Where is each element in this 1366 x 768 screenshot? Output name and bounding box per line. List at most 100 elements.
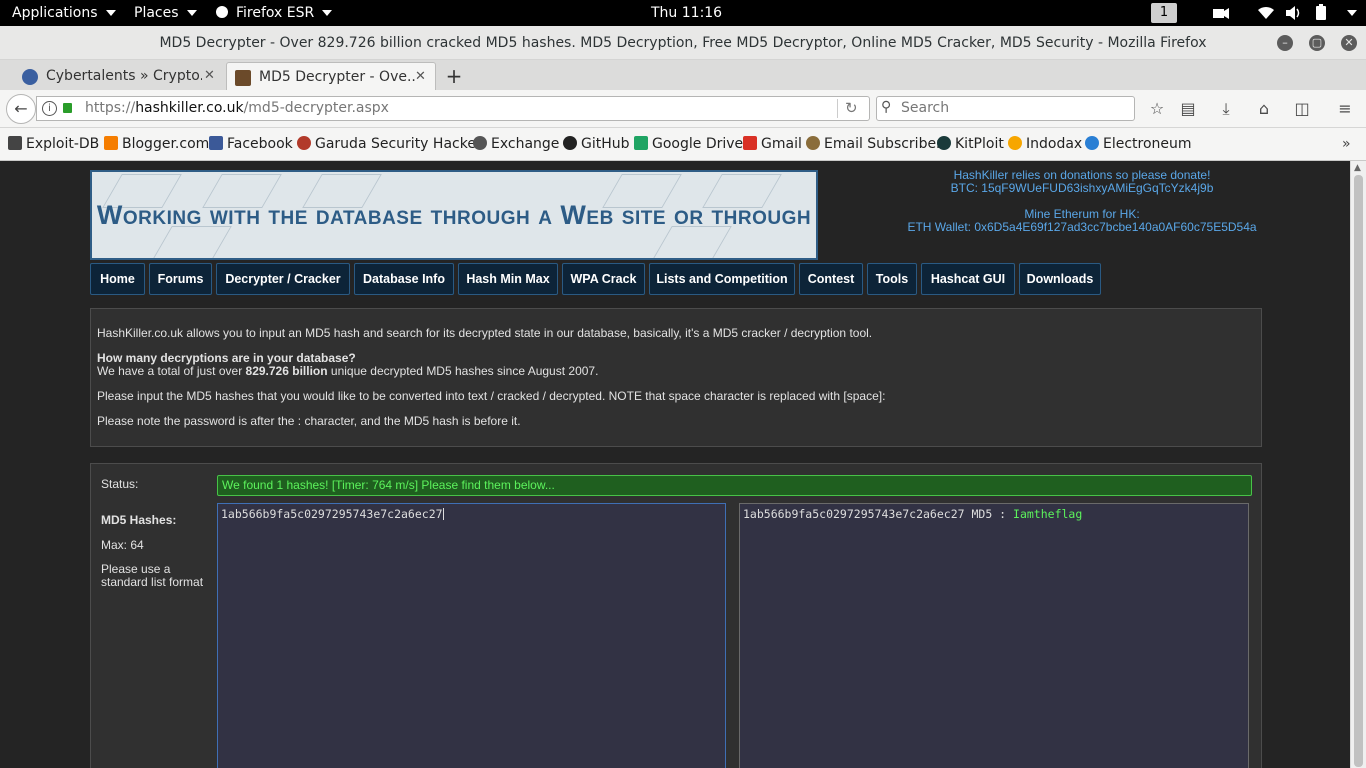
exploitdb-icon bbox=[8, 136, 22, 150]
bookmark-gmail[interactable]: Gmail bbox=[743, 128, 802, 161]
instructions-text: Please input the MD5 hashes that you wou… bbox=[97, 389, 886, 403]
result-output-textarea[interactable]: 1ab566b9fa5c0297295743e7c2a6ec27 MD5 : I… bbox=[739, 503, 1249, 768]
bookmark-google-drive[interactable]: Google Drive bbox=[634, 128, 743, 161]
reading-list-icon[interactable]: ▤ bbox=[1177, 98, 1199, 120]
gnome-top-bar: Applications Places Firefox ESR Thu 11:1… bbox=[0, 0, 1366, 26]
menu-lists-competition[interactable]: Lists and Competition bbox=[649, 263, 795, 295]
menu-hash-min-max[interactable]: Hash Min Max bbox=[458, 263, 558, 295]
hash-input-textarea[interactable]: 1ab566b9fa5c0297295743e7c2a6ec27 bbox=[217, 503, 726, 768]
lock-icon bbox=[63, 103, 72, 113]
page-content: Working with the database through a Web … bbox=[0, 161, 1350, 768]
app-menu[interactable]: Firefox ESR bbox=[216, 0, 333, 26]
minimize-button[interactable]: – bbox=[1277, 35, 1293, 51]
github-icon bbox=[563, 136, 577, 150]
back-button[interactable]: ← bbox=[6, 94, 36, 124]
bookmark-blogger[interactable]: Blogger.com bbox=[104, 128, 209, 161]
intro-text: HashKiller.co.uk allows you to input an … bbox=[97, 326, 873, 340]
reload-icon[interactable]: ↻ bbox=[845, 97, 858, 120]
maximize-button[interactable]: ▢ bbox=[1309, 35, 1325, 51]
bookmark-facebook[interactable]: Facebook bbox=[209, 128, 293, 161]
bookmark-label: Email Subscriber bbox=[824, 136, 942, 152]
window-title: MD5 Decrypter - Over 829.726 billion cra… bbox=[159, 35, 1207, 51]
menu-wpa-crack[interactable]: WPA Crack bbox=[562, 263, 645, 295]
url-domain: hashkiller.co.uk bbox=[135, 100, 244, 116]
applications-menu[interactable]: Applications bbox=[12, 0, 116, 26]
email-subscriber-icon bbox=[806, 136, 820, 150]
btc-address[interactable]: BTC: 15qF9WUeFUD63ishxyAMiEgGqTcYzk4j9b bbox=[880, 182, 1284, 195]
navigation-toolbar: ← i https://hashkiller.co.uk/md5-decrypt… bbox=[0, 90, 1366, 128]
home-icon[interactable]: ⌂ bbox=[1253, 98, 1275, 120]
menu-downloads[interactable]: Downloads bbox=[1019, 263, 1101, 295]
close-window-button[interactable]: ✕ bbox=[1341, 35, 1357, 51]
chevron-down-icon bbox=[105, 10, 116, 16]
close-tab-icon[interactable]: ✕ bbox=[415, 63, 426, 91]
window-titlebar: MD5 Decrypter - Over 829.726 billion cra… bbox=[0, 26, 1366, 60]
url-bar[interactable]: i https://hashkiller.co.uk/md5-decrypter… bbox=[36, 96, 870, 121]
places-label: Places bbox=[134, 5, 179, 21]
bookmark-exploit-db[interactable]: Exploit-DB bbox=[8, 128, 99, 161]
site-banner[interactable]: Working with the database through a Web … bbox=[90, 170, 818, 260]
faq-question: How many decryptions are in your databas… bbox=[97, 351, 356, 365]
bookmarks-overflow-icon[interactable]: » bbox=[1342, 128, 1351, 161]
info-icon[interactable]: i bbox=[42, 101, 57, 116]
hashes-label: MD5 Hashes: bbox=[101, 513, 177, 527]
menu-decrypter[interactable]: Decrypter / Cracker bbox=[216, 263, 350, 295]
kitploit-icon bbox=[937, 136, 951, 150]
search-bar[interactable]: ⚲ Search bbox=[876, 96, 1135, 121]
bookmark-label: Exchange bbox=[491, 136, 560, 152]
cybertalents-favicon bbox=[22, 69, 38, 85]
answer-prefix: We have a total of just over bbox=[97, 364, 246, 378]
bookmark-label: Blogger.com bbox=[122, 136, 210, 152]
bookmark-label: Gmail bbox=[761, 136, 802, 152]
close-tab-icon[interactable]: ✕ bbox=[204, 62, 215, 90]
workspace-indicator[interactable]: 1 bbox=[1151, 3, 1177, 23]
url-text: https://hashkiller.co.uk/md5-decrypter.a… bbox=[85, 97, 389, 120]
indodax-icon bbox=[1008, 136, 1022, 150]
downloads-icon[interactable]: ⤓ bbox=[1215, 98, 1237, 120]
bookmark-garuda[interactable]: Garuda Security Hacker bbox=[297, 128, 482, 161]
power-menu[interactable] bbox=[1339, 0, 1357, 26]
bookmark-indodax[interactable]: Indodax bbox=[1008, 128, 1082, 161]
wifi-icon[interactable] bbox=[1257, 0, 1275, 26]
page-scrollbar[interactable]: ▲ bbox=[1350, 161, 1366, 768]
bookmark-label: Indodax bbox=[1026, 136, 1083, 152]
menu-forums[interactable]: Forums bbox=[149, 263, 212, 295]
hamburger-menu-icon[interactable]: ≡ bbox=[1334, 98, 1356, 120]
facebook-icon bbox=[209, 136, 223, 150]
new-tab-button[interactable]: + bbox=[442, 62, 466, 90]
bookmark-exchange[interactable]: Exchange bbox=[473, 128, 559, 161]
video-icon[interactable] bbox=[1212, 0, 1230, 26]
scrollbar-thumb[interactable] bbox=[1354, 175, 1363, 767]
places-menu[interactable]: Places bbox=[134, 0, 197, 26]
menu-database-info[interactable]: Database Info bbox=[354, 263, 454, 295]
menu-hashcat-gui[interactable]: Hashcat GUI bbox=[921, 263, 1015, 295]
bookmark-star-icon[interactable]: ☆ bbox=[1146, 98, 1168, 120]
bookmark-label: GitHub bbox=[581, 136, 630, 152]
donation-notice: HashKiller relies on donations so please… bbox=[880, 169, 1284, 234]
faq-answer: We have a total of just over 829.726 bil… bbox=[97, 364, 598, 378]
tab-md5-decrypter[interactable]: MD5 Decrypter - Ove... ✕ bbox=[226, 62, 436, 90]
hashkiller-favicon bbox=[235, 70, 251, 86]
chevron-down-icon bbox=[1347, 10, 1357, 16]
scroll-up-icon[interactable]: ▲ bbox=[1354, 163, 1361, 173]
menu-home[interactable]: Home bbox=[90, 263, 145, 295]
bookmark-kitploit[interactable]: KitPloit bbox=[937, 128, 1004, 161]
bookmark-github[interactable]: GitHub bbox=[563, 128, 630, 161]
firefox-icon bbox=[216, 6, 228, 18]
eth-address[interactable]: ETH Wallet: 0x6D5a4E69f127ad3cc7bcbe140a… bbox=[880, 221, 1284, 234]
bookmark-email-subscriber[interactable]: Email Subscriber bbox=[806, 128, 942, 161]
pocket-icon[interactable]: ◫ bbox=[1291, 98, 1313, 120]
url-divider bbox=[837, 99, 838, 118]
volume-icon[interactable] bbox=[1285, 0, 1303, 26]
bookmark-label: Electroneum bbox=[1103, 136, 1192, 152]
tab-cybertalents[interactable]: Cybertalents » Crypto... ✕ bbox=[14, 62, 224, 90]
bookmark-electroneum[interactable]: Electroneum bbox=[1085, 128, 1192, 161]
battery-icon[interactable] bbox=[1314, 0, 1328, 26]
bookmark-label: Google Drive bbox=[652, 136, 744, 152]
info-panel: HashKiller.co.uk allows you to input an … bbox=[90, 308, 1262, 447]
electroneum-icon bbox=[1085, 136, 1099, 150]
garuda-icon bbox=[297, 136, 311, 150]
menu-tools[interactable]: Tools bbox=[867, 263, 917, 295]
menu-contest[interactable]: Contest bbox=[799, 263, 863, 295]
clock[interactable]: Thu 11:16 bbox=[651, 0, 722, 26]
